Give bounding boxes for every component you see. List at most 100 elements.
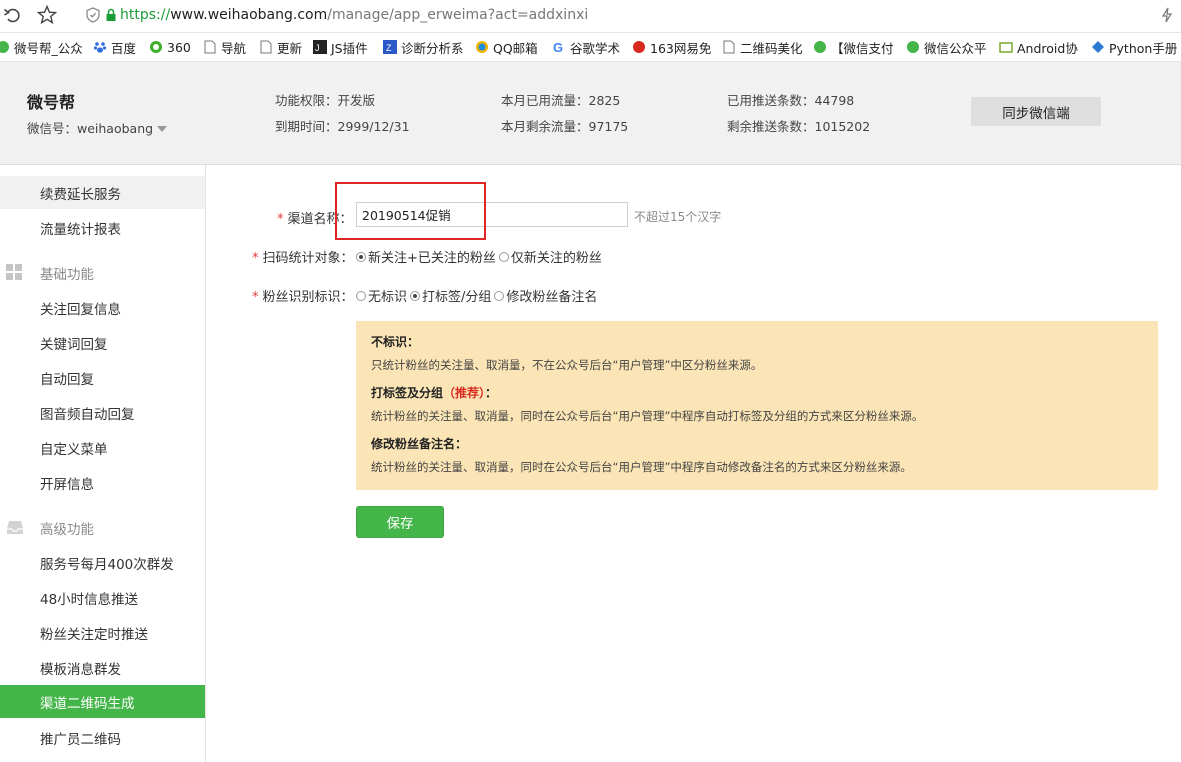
info-title-tag-text: 打标签及分组 [371,386,444,400]
account-selector[interactable]: 微信号：weihaobang [27,118,168,137]
bookmarks-bar: 微号帮_公众 百度 360 导航 更新 J JS插件 Z 诊断分析系 QQ邮箱 G谷… [0,33,1181,62]
sidebar-item-follow-reply[interactable]: 关注回复信息 [0,291,205,324]
sidebar-item-template-broadcast[interactable]: 模板消息群发 [0,651,205,684]
sidebar-item-48h-push[interactable]: 48小时信息推送 [0,581,205,614]
expiry-text: 到期时间：2999/12/31 [275,119,410,134]
caret-down-icon [157,120,168,135]
channel-name-input[interactable] [356,202,628,227]
sidebar-item-auto-reply[interactable]: 自动回复 [0,361,205,394]
url-field[interactable]: https://www.weihaobang.com/manage/app_er… [120,7,588,23]
sidebar-section-label: 高级功能 [40,521,94,538]
sidebar-item-keyword-reply[interactable]: 关键词回复 [0,326,205,359]
url-scheme: https:// [120,7,171,23]
star-icon[interactable] [37,5,57,25]
account-label: 微信号：weihaobang [27,121,154,136]
bookmark-nav[interactable]: 导航 [203,39,246,56]
bookmark-label: QQ邮箱 [493,40,538,56]
fan-identify-label: * 粉丝识别标识： [252,286,354,305]
sidebar-item-label: 自定义菜单 [40,441,108,458]
360-icon [149,40,163,54]
bookmark-label: JS插件 [331,40,368,56]
bookmark-update[interactable]: 更新 [259,39,302,56]
sidebar-item-custom-menu[interactable]: 自定义菜单 [0,431,205,464]
radio-dot [494,290,505,301]
scan-option-new-and-existing[interactable]: 新关注+已关注的粉丝 [356,247,496,266]
bookmark-python[interactable]: Python手册 [1091,39,1178,56]
sidebar-item-promoter-qrcode[interactable]: 推广员二维码 [0,721,205,754]
bookmark-baidu[interactable]: 百度 [93,39,137,56]
address-bar: https://www.weihaobang.com/manage/app_er… [0,0,1181,33]
scan-target-group: 新关注+已关注的粉丝 仅新关注的粉丝 [356,247,602,266]
bookmark-label: 二维码美化 [740,40,803,56]
identify-option-tag-group[interactable]: 打标签/分组 [410,286,491,305]
sync-wechat-button[interactable]: 同步微信端 [971,97,1101,126]
sidebar: 续费延长服务 流量统计报表 基础功能 关注回复信息 关键词回复 自动回复 图音频… [0,165,206,762]
info-title-remark: 修改粉丝备注名： [371,437,468,451]
sidebar-item-renew[interactable]: 续费延长服务 [0,176,205,209]
bookmark-scholar[interactable]: G 谷歌学术 [552,39,621,56]
lock-icon [101,5,121,25]
sidebar-item-channel-qrcode[interactable]: 渠道二维码生成 [0,685,205,718]
google-icon: G [552,40,566,54]
used-push-text: 已用推送条数：44798 [727,93,855,108]
save-button[interactable]: 保存 [356,506,444,538]
radio-dot [356,290,366,301]
bookmark-weihaobang[interactable]: 微号帮_公众 [0,39,83,56]
bookmark-163[interactable]: 163网易免 [632,39,711,56]
bookmark-label: 微信公众平 [924,40,987,56]
identify-option-none[interactable]: 无标识 [356,286,407,305]
scan-option-new-only[interactable]: 仅新关注的粉丝 [498,247,602,266]
used-traffic-text: 本月已用流量：2825 [501,93,621,108]
svg-text:J: J [315,43,320,53]
sidebar-section-label: 基础功能 [40,266,94,283]
grid-icon [6,264,23,285]
sidebar-item-splash-info[interactable]: 开屏信息 [0,466,205,499]
bookmark-label: Python手册 [1109,40,1178,56]
radio-label: 修改粉丝备注名 [506,290,598,305]
channel-name-label-text: 渠道名称： [287,212,353,227]
bookmark-wechat-mp[interactable]: 微信公众平 [906,39,987,56]
lightning-icon[interactable] [1157,5,1177,25]
bookmark-label: 谷歌学术 [570,40,621,56]
required-mark: * [252,251,259,266]
sidebar-item-monthly-broadcast[interactable]: 服务号每月400次群发 [0,546,205,579]
url-path: /manage/app_erweima?act=addxinxi [327,7,589,23]
sidebar-item-label: 粉丝关注定时推送 [40,626,148,643]
bookmark-label: 百度 [111,40,137,56]
bookmark-label: 微号帮_公众 [14,40,83,56]
bookmark-js-plugin[interactable]: J JS插件 [313,39,368,56]
recommended-badge: （推荐） [443,386,486,400]
sidebar-item-scheduled-push[interactable]: 粉丝关注定时推送 [0,616,205,649]
bookmark-diagnose[interactable]: Z 诊断分析系 [383,39,464,56]
sidebar-item-media-auto-reply[interactable]: 图音频自动回复 [0,396,205,429]
page-icon [203,40,217,54]
account-header: 微号帮 微信号：weihaobang 功能权限：开发版 到期时间：2999/12… [0,62,1181,165]
bookmark-android[interactable]: Android协 [999,39,1078,56]
info-desc-remark: 统计粉丝的关注量、取消量，同时在公众号后台“用户管理”中程序自动修改备注名的方式… [371,460,912,474]
scan-target-label: * 扫码统计对象： [252,247,354,266]
bookmark-qqmail[interactable]: QQ邮箱 [475,39,538,56]
page-icon [722,40,736,54]
info-title-none: 不标识： [371,335,420,349]
sidebar-item-label: 自动回复 [40,371,94,388]
python-icon [1091,40,1105,54]
identify-option-remark[interactable]: 修改粉丝备注名 [494,286,597,305]
bookmark-360[interactable]: 360 [149,39,191,55]
info-title-tag-colon: ： [485,386,498,400]
fan-identify-group: 无标识 打标签/分组 修改粉丝备注名 [356,286,597,305]
permission-text: 功能权限：开发版 [275,93,376,108]
channel-name-hint: 不超过15个汉字 [634,210,722,224]
radio-label: 无标识 [368,290,408,305]
undo-icon[interactable] [2,5,22,25]
sidebar-item-traffic-report[interactable]: 流量统计报表 [0,211,205,244]
bookmark-qrcode[interactable]: 二维码美化 [722,39,803,56]
shield-icon[interactable] [83,5,103,25]
channel-name-label: * 渠道名称： [277,208,353,227]
sidebar-item-label: 图音频自动回复 [40,406,135,423]
radio-label: 打标签/分组 [422,290,492,305]
bookmark-label: 360 [167,39,191,55]
sidebar-section-basic: 基础功能 [0,256,205,289]
remaining-push-text: 剩余推送条数：1015202 [727,119,871,134]
bookmark-wechat-pay[interactable]: 【微信支付 [813,39,894,56]
sidebar-item-label: 渠道二维码生成 [40,695,135,712]
